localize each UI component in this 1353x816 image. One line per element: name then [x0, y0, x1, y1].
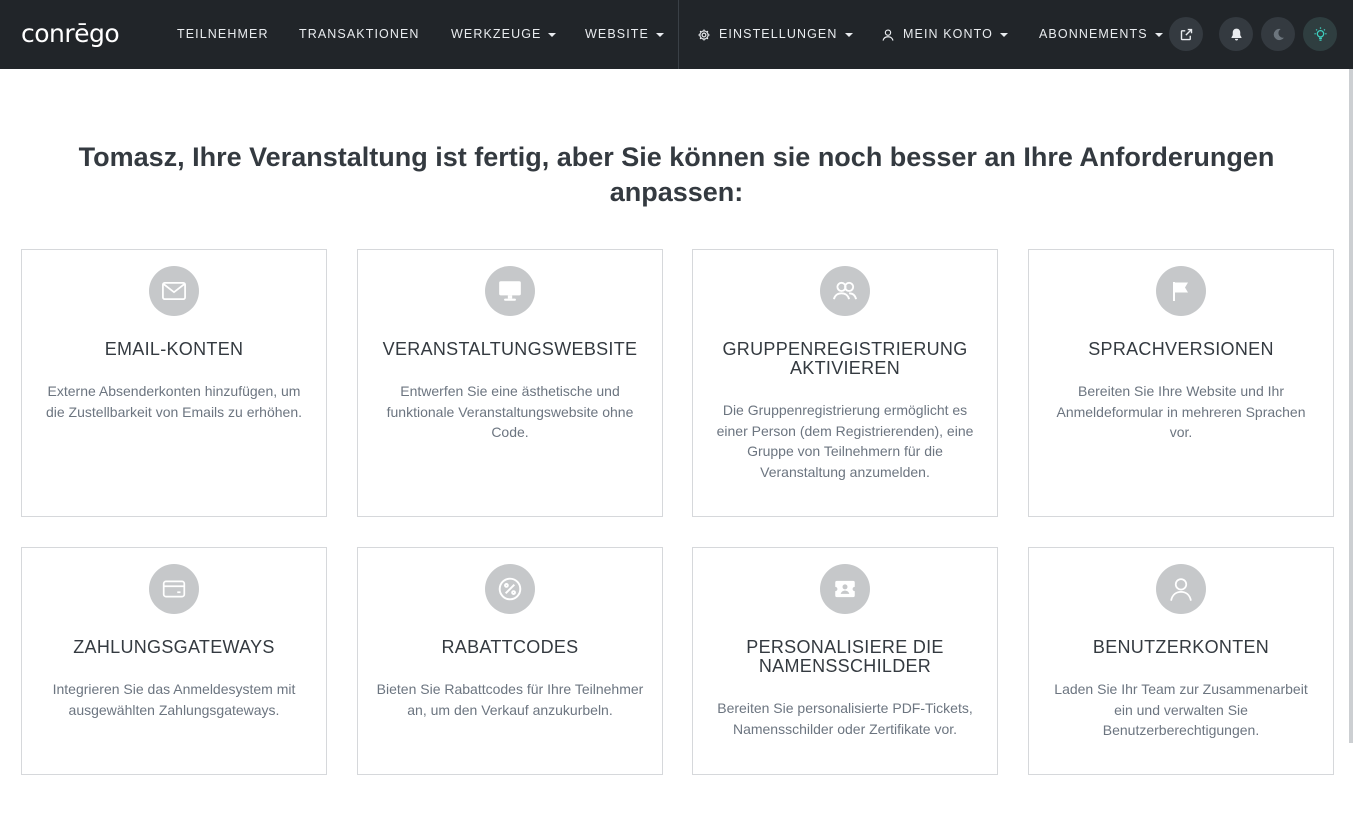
external-link-icon [1179, 27, 1194, 42]
card-email-konten[interactable]: EMAIL-KONTEN Externe Absenderkonten hinz… [21, 249, 327, 517]
user-outline-icon [880, 27, 895, 42]
monitor-icon [485, 266, 535, 316]
card-description: Laden Sie Ihr Team zur Zusammenarbeit ei… [1054, 681, 1308, 738]
conrego-logo[interactable]: conrēgo [21, 19, 120, 49]
nav-werkzeuge-dropdown[interactable]: WERKZEUGE [451, 0, 557, 69]
dark-mode-button[interactable] [1261, 17, 1295, 51]
user-icon [1156, 564, 1206, 614]
card-title: EMAIL-KONTEN [104, 339, 244, 359]
card-zahlungsgateways[interactable]: ZAHLUNGSGATEWAYS Integrieren Sie das Anm… [21, 547, 327, 775]
card-veranstaltungswebsite[interactable]: VERANSTALTUNGSWEBSITE Entwerfen Sie eine… [357, 249, 663, 517]
nav-teilnehmer-label: TEILNEHMER [177, 27, 269, 41]
light-mode-button[interactable] [1303, 17, 1337, 51]
card-description: Integrieren Sie das Anmeldesystem mit au… [52, 681, 296, 718]
nav-website-dropdown[interactable]: WEBSITE [585, 0, 664, 69]
badge-icon [820, 564, 870, 614]
nav-einstellungen-label: EINSTELLUNGEN [719, 27, 838, 41]
caret-down-icon [1154, 32, 1163, 37]
nav-werkzeuge-label: WERKZEUGE [451, 27, 542, 41]
caret-down-icon [548, 32, 557, 37]
bell-icon [1229, 27, 1244, 42]
page-scrollbar[interactable] [1349, 69, 1353, 743]
card-title: GRUPPENREGISTRIERUNG AKTIVIEREN [722, 339, 968, 378]
nav-abonnements-dropdown[interactable]: ABONNEMENTS [1039, 0, 1163, 69]
page-headline: Tomasz, Ihre Veranstaltung ist fertig, a… [78, 142, 1275, 207]
card-gruppenregistrierung[interactable]: GRUPPENREGISTRIERUNG AKTIVIEREN Die Grup… [692, 249, 998, 517]
card-namensschilder[interactable]: PERSONALISIERE DIE NAMENSSCHILDER Bereit… [692, 547, 998, 775]
nav-transaktionen-label: TRANSAKTIONEN [299, 27, 420, 41]
envelope-icon [149, 266, 199, 316]
card-description: Externe Absenderkonten hinzufügen, um di… [45, 383, 303, 420]
flag-icon [1156, 266, 1206, 316]
users-icon [820, 266, 870, 316]
card-description: Bieten Sie Rabattcodes für Ihre Teilnehm… [376, 681, 644, 718]
card-rabattcodes[interactable]: RABATTCODES Bieten Sie Rabattcodes für I… [357, 547, 663, 775]
nav-website-label: WEBSITE [585, 27, 649, 41]
card-sprachversionen[interactable]: SPRACHVERSIONEN Bereiten Sie Ihre Websit… [1028, 249, 1334, 517]
card-benutzerkonten[interactable]: BENUTZERKONTEN Laden Sie Ihr Team zur Zu… [1028, 547, 1334, 775]
card-title: VERANSTALTUNGSWEBSITE [382, 339, 638, 359]
card-description: Bereiten Sie Ihre Website und Ihr Anmeld… [1056, 383, 1306, 440]
card-title: BENUTZERKONTEN [1092, 637, 1270, 657]
sun-icon [1312, 26, 1329, 43]
caret-down-icon [999, 32, 1008, 37]
credit-card-icon [149, 564, 199, 614]
nav-einstellungen-dropdown[interactable]: EINSTELLUNGEN [696, 0, 853, 69]
card-title: PERSONALISIERE DIE NAMENSSCHILDER [746, 637, 944, 676]
external-link-button[interactable] [1169, 17, 1203, 51]
card-description: Bereiten Sie personalisierte PDF-Tickets… [717, 700, 973, 737]
card-title: SPRACHVERSIONEN [1088, 339, 1274, 359]
card-description: Die Gruppenregistrierung ermöglicht es e… [716, 402, 974, 480]
nav-mein-konto-dropdown[interactable]: MEIN KONTO [880, 0, 1008, 69]
caret-down-icon [655, 32, 664, 37]
nav-divider [678, 0, 679, 69]
moon-icon [1271, 27, 1286, 42]
nav-teilnehmer[interactable]: TEILNEHMER [177, 0, 269, 69]
caret-down-icon [844, 32, 853, 37]
notifications-button[interactable] [1219, 17, 1253, 51]
nav-mein-konto-label: MEIN KONTO [903, 27, 993, 41]
gear-icon [696, 27, 711, 42]
percent-icon [485, 564, 535, 614]
card-title: RABATTCODES [441, 637, 579, 657]
card-description: Entwerfen Sie eine ästhetische und funkt… [386, 383, 634, 440]
nav-abonnements-label: ABONNEMENTS [1039, 27, 1148, 41]
card-title: ZAHLUNGSGATEWAYS [73, 637, 275, 657]
nav-transaktionen[interactable]: TRANSAKTIONEN [299, 0, 420, 69]
top-navbar: conrēgo TEILNEHMER TRANSAKTIONEN WERKZEU… [0, 0, 1353, 69]
